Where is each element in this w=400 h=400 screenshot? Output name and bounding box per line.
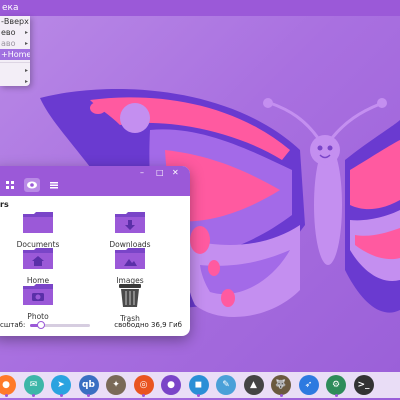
thunderbird-icon[interactable]: ➶ — [298, 375, 319, 395]
folder-home[interactable]: Home — [8, 246, 68, 285]
menu-item-submenu-1[interactable]: ▸ — [0, 65, 30, 76]
menu-item-left[interactable]: ево ▸ — [0, 27, 30, 38]
images-folder-icon — [115, 248, 145, 269]
icon-view-icon — [27, 181, 37, 189]
blue-box-app-icon[interactable]: ◼ — [188, 375, 209, 395]
terminal-icon[interactable]: >_ — [353, 375, 374, 395]
running-indicator — [4, 394, 8, 397]
top-panel-label[interactable]: ека — [2, 3, 19, 13]
list-view-button[interactable] — [46, 178, 62, 192]
ubuntu-icon[interactable]: ◎ — [133, 375, 154, 395]
folder-documents[interactable]: Documents — [8, 210, 68, 249]
close-button[interactable]: ✕ — [172, 168, 179, 178]
inkscape-bird-icon[interactable]: ✦ — [106, 375, 126, 395]
grid-view-icon — [6, 181, 14, 189]
telegram-icon[interactable]: ➤ — [51, 375, 71, 395]
folder-images[interactable]: Images — [100, 246, 160, 285]
documents-folder-icon — [23, 212, 53, 233]
free-space-label: свободно 36,9 Гиб — [114, 321, 182, 329]
qbittorrent-icon[interactable]: qb — [78, 375, 99, 395]
grid-view-button[interactable] — [2, 178, 18, 192]
folder-downloads[interactable]: Downloads — [100, 210, 160, 249]
downloads-folder-icon — [115, 212, 145, 233]
menu-separator — [0, 62, 30, 63]
zoom-slider[interactable] — [30, 321, 90, 329]
inkscape-icon[interactable]: ▲ — [243, 375, 264, 395]
menu-item-up[interactable]: -Вверх — [0, 16, 30, 27]
running-indicator — [334, 394, 338, 397]
submenu-arrow-icon: ▸ — [24, 78, 28, 85]
running-indicator — [142, 394, 145, 397]
menu-item-right[interactable]: аво ▸ — [0, 38, 30, 49]
trash-icon — [119, 284, 141, 307]
top-panel: ека — [0, 0, 400, 16]
submenu-arrow-icon: ▸ — [24, 67, 28, 74]
submenu-arrow-icon: ▸ — [24, 29, 28, 36]
running-indicator — [32, 394, 35, 397]
github-icon[interactable]: ● — [161, 375, 181, 395]
firefox-icon[interactable]: ● — [0, 375, 16, 395]
file-manager-window: – □ ✕ rs Documents Downloads Home Images… — [0, 166, 190, 336]
section-title: rs — [0, 200, 9, 209]
list-view-icon — [50, 182, 58, 189]
drawing-app-icon[interactable]: ✎ — [216, 375, 236, 395]
maximize-button[interactable]: □ — [156, 168, 164, 178]
status-bar: сштаб: свободно 36,9 Гиб — [0, 314, 190, 336]
running-indicator — [279, 394, 283, 397]
minimize-button[interactable]: – — [140, 168, 144, 178]
mail-icon[interactable]: ✉ — [23, 375, 44, 395]
icon-view-button[interactable] — [24, 178, 40, 192]
photo-folder-icon — [23, 284, 53, 305]
gimp-icon[interactable]: 🐺 — [271, 375, 291, 395]
file-manager-header: – □ ✕ — [0, 166, 190, 196]
running-indicator — [59, 394, 63, 397]
running-indicator — [197, 394, 200, 397]
settings-gear-icon[interactable]: ⚙ — [326, 375, 346, 395]
submenu-arrow-icon: ▸ — [24, 40, 28, 47]
menu-item-submenu-2[interactable]: ▸ — [0, 76, 30, 87]
zoom-slider-handle[interactable] — [36, 321, 45, 329]
home-folder-icon — [23, 248, 53, 269]
running-indicator — [87, 394, 90, 397]
menu-item-home[interactable]: +Home — [0, 49, 30, 60]
dock: ● ✉ ➤ qb ✦ ◎ ● ◼ ✎ ▲ 🐺 ➶ ⚙ >_ — [0, 372, 400, 398]
zoom-label: сштаб: — [0, 321, 26, 329]
panel-dropdown-menu: -Вверх ево ▸ аво ▸ +Home ▸ ▸ — [0, 16, 30, 86]
